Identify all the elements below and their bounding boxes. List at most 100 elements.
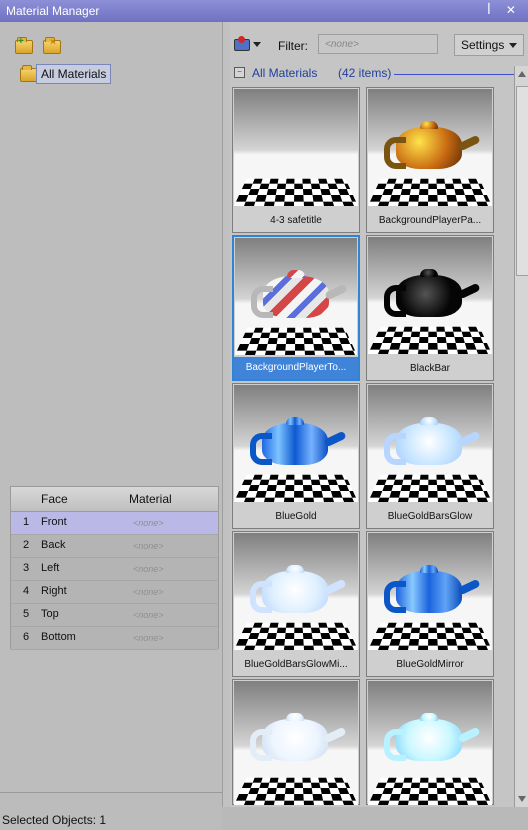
material-thumbnail xyxy=(368,385,492,502)
material-grid: 4-3 safetitle BackgroundPlayerPa... Back… xyxy=(232,87,496,807)
settings-button[interactable]: Settings xyxy=(454,34,524,56)
teapot-lid xyxy=(286,417,304,425)
vertical-scrollbar[interactable] xyxy=(514,66,528,807)
scroll-up-icon[interactable] xyxy=(518,71,526,77)
material-group-header[interactable]: − All Materials (42 items) xyxy=(234,66,514,84)
teapot-lid xyxy=(420,121,438,129)
checker-floor xyxy=(235,327,357,355)
material-tile[interactable]: BlueGoldBarsGlowMi... xyxy=(232,531,360,677)
face-cell: Left xyxy=(41,562,60,574)
window-controls[interactable]: ꟾ ✕ xyxy=(487,3,522,17)
teapot-lid xyxy=(287,270,305,278)
material-thumbnail xyxy=(234,385,358,502)
row-number: 4 xyxy=(23,585,30,597)
group-count: (42 items) xyxy=(338,66,392,80)
left-panel: + × All Materials Face Material 1 Front … xyxy=(0,22,223,830)
teapot-preview xyxy=(250,565,328,613)
teapot-preview xyxy=(251,270,329,318)
face-cell: Back xyxy=(41,539,66,551)
teapot-preview xyxy=(384,713,462,761)
checker-floor xyxy=(234,178,358,206)
material-name: BackgroundPlayerTo... xyxy=(234,357,358,379)
teapot-preview xyxy=(384,417,462,465)
right-panel: Filter: <none> Settings − All Materials … xyxy=(230,22,528,807)
material-name: 4-3 safetitle xyxy=(270,215,322,226)
face-cell: Front xyxy=(41,516,67,528)
material-cell: <none> xyxy=(133,633,164,643)
material-thumbnail xyxy=(234,89,358,206)
table-row[interactable]: 5 Top <none> xyxy=(11,604,218,627)
material-tile[interactable] xyxy=(366,679,494,805)
table-row[interactable]: 3 Left <none> xyxy=(11,558,218,581)
table-row[interactable]: 6 Bottom <none> xyxy=(11,627,218,650)
checker-floor xyxy=(368,326,492,354)
table-row[interactable]: 2 Back <none> xyxy=(11,535,218,558)
material-cell: <none> xyxy=(133,541,164,551)
table-row[interactable]: 1 Front <none> xyxy=(11,512,218,535)
teapot-lid xyxy=(286,565,304,573)
scroll-thumb[interactable] xyxy=(516,86,528,276)
material-tile[interactable]: BlueGoldMirror xyxy=(366,531,494,677)
material-tile[interactable] xyxy=(232,679,360,805)
material-name: BlackBar xyxy=(409,363,450,374)
selected-objects-status: Selected Objects: 1 xyxy=(2,813,107,827)
material-cell: <none> xyxy=(133,564,164,574)
face-header: Face xyxy=(41,492,68,506)
teapot-preview xyxy=(250,713,328,761)
table-row[interactable]: 4 Right <none> xyxy=(11,581,218,604)
teapot-lid xyxy=(286,713,304,721)
material-header: Material xyxy=(129,492,172,506)
teapot-lid xyxy=(420,713,438,721)
material-cell: <none> xyxy=(133,518,164,528)
face-material-table: Face Material 1 Front <none> 2 Back <non… xyxy=(10,486,219,650)
filter-label: Filter: xyxy=(278,39,308,53)
material-tile[interactable]: BackgroundPlayerTo... xyxy=(232,235,360,381)
material-tile[interactable]: BackgroundPlayerPa... xyxy=(366,87,494,233)
tree-item-label: All Materials xyxy=(36,64,112,84)
face-cell: Top xyxy=(41,608,59,620)
material-thumbnail xyxy=(234,533,358,650)
window-title: Material Manager xyxy=(6,4,100,18)
material-tile[interactable]: 4-3 safetitle xyxy=(232,87,360,233)
material-thumbnail xyxy=(368,89,492,206)
material-thumbnail xyxy=(368,237,492,354)
material-tile[interactable]: BlackBar xyxy=(366,235,494,381)
settings-chevron-icon xyxy=(509,43,517,48)
row-number: 5 xyxy=(23,608,30,620)
row-number: 3 xyxy=(23,562,30,574)
left-toolbar: + × xyxy=(0,22,222,58)
checker-floor xyxy=(368,178,492,206)
row-number: 6 xyxy=(23,631,30,643)
material-name: BlueGoldBarsGlow xyxy=(387,511,473,522)
collapse-icon[interactable]: − xyxy=(234,67,245,78)
checker-floor xyxy=(234,622,358,650)
material-tile[interactable]: BlueGoldBarsGlow xyxy=(366,383,494,529)
plus-icon: + xyxy=(18,36,24,47)
teapot-lid xyxy=(420,565,438,573)
title-bar: Material Manager ꟾ ✕ xyxy=(0,0,528,22)
teapot-preview xyxy=(250,417,328,465)
right-toolbar: Filter: <none> Settings xyxy=(230,22,528,58)
material-cell: <none> xyxy=(133,610,164,620)
material-thumbnail xyxy=(234,681,358,805)
face-cell: Right xyxy=(41,585,67,597)
material-name: BackgroundPlayerPa... xyxy=(378,215,482,226)
group-label: All Materials xyxy=(252,66,318,80)
material-name: BlueGold xyxy=(275,511,317,522)
material-name: BlueGoldMirror xyxy=(396,659,464,670)
dropdown-arrow-icon[interactable] xyxy=(253,42,261,47)
material-thumbnail xyxy=(368,681,492,805)
checker-floor xyxy=(368,777,492,805)
checker-floor xyxy=(234,474,358,502)
checker-floor xyxy=(234,777,358,805)
material-tile[interactable]: BlueGold xyxy=(232,383,360,529)
teapot-lid xyxy=(420,269,438,277)
red-dot-icon xyxy=(238,36,245,43)
material-thumbnail xyxy=(235,238,357,355)
scroll-down-icon[interactable] xyxy=(518,796,526,802)
row-number: 2 xyxy=(23,539,30,551)
teapot-preview xyxy=(384,269,462,317)
filter-input[interactable]: <none> xyxy=(318,34,438,54)
row-number: 1 xyxy=(23,516,30,528)
teapot-preview xyxy=(384,565,462,613)
